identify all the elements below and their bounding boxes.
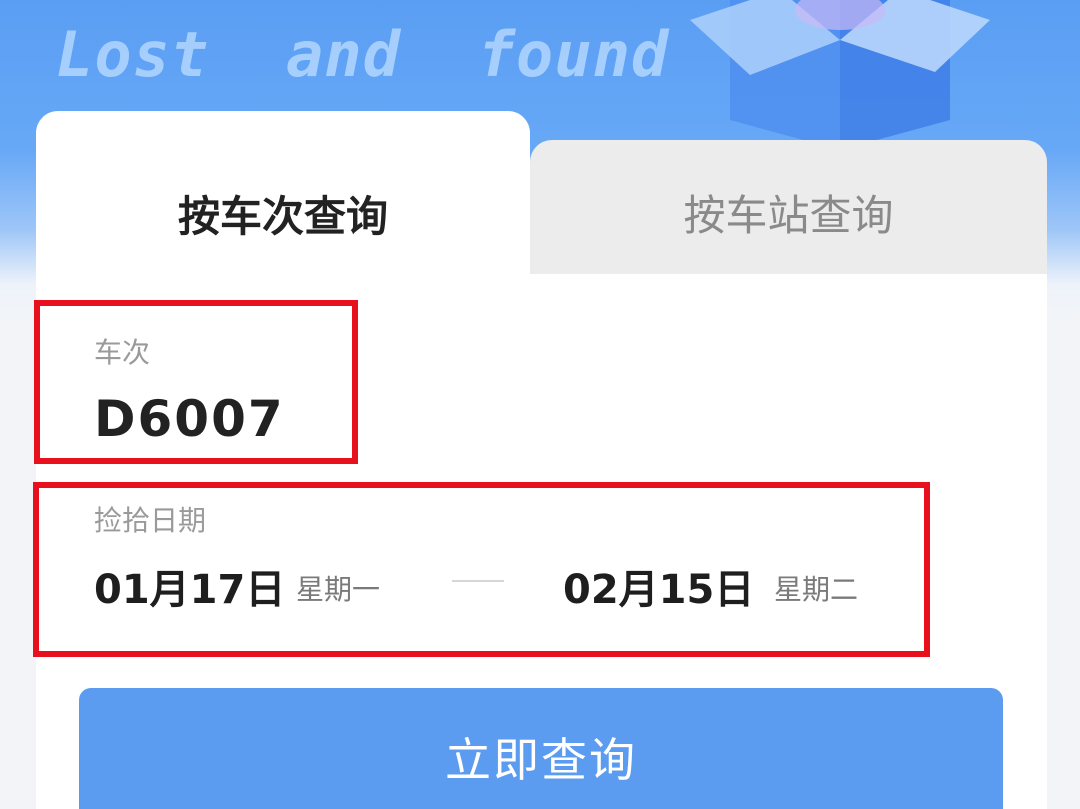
start-weekday: 星期一: [296, 573, 381, 606]
tab-by-station-label: 按车站查询: [683, 190, 894, 240]
tab-by-train-label: 按车次查询: [177, 192, 388, 241]
hero-title: Lost and found: [56, 18, 670, 91]
start-date[interactable]: 01月17日: [94, 557, 285, 615]
query-now-label: 立即查询: [445, 733, 637, 787]
query-now-button[interactable]: 立即查询: [79, 688, 1003, 809]
end-weekday: 星期二: [774, 573, 859, 606]
lost-and-found-screen: Lost and found 按车站查询 按车次查询 车次 D6007 捡拾日期…: [0, 0, 1080, 809]
pickup-date-label: 捡拾日期: [94, 504, 207, 537]
train-number-label: 车次: [94, 336, 151, 369]
tab-by-station[interactable]: 按车站查询: [530, 140, 1047, 274]
end-date[interactable]: 02月15日: [563, 557, 754, 615]
date-range-separator: [452, 580, 504, 582]
tab-by-train[interactable]: 按车次查询: [36, 111, 530, 274]
train-number-input[interactable]: D6007: [94, 390, 285, 448]
